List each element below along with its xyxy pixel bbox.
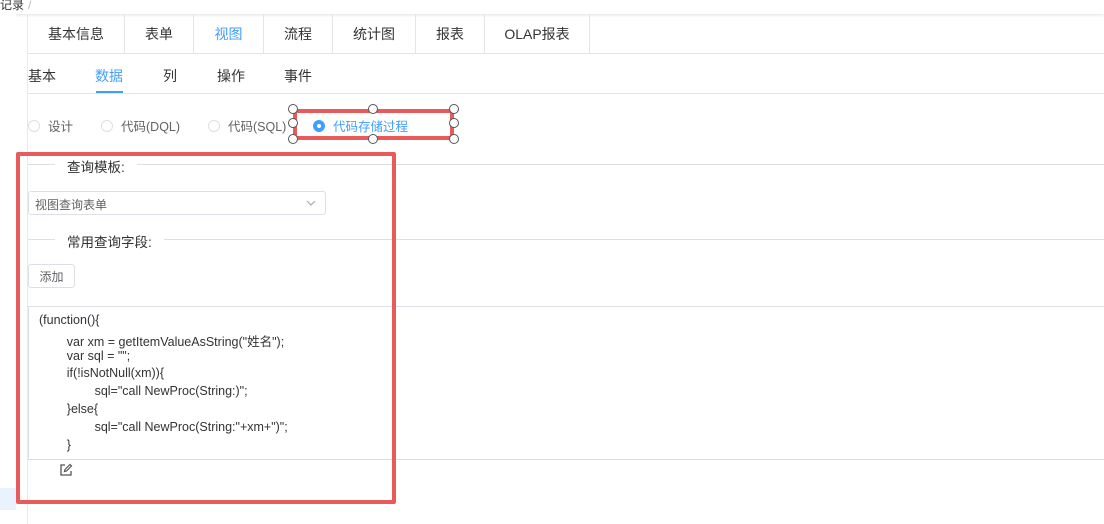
resize-handle-top-right[interactable] [449,104,459,114]
resize-handle-bottom[interactable] [368,134,378,144]
radio-design[interactable]: 设计 [28,116,73,135]
breadcrumb-item[interactable]: 记录 [0,0,24,12]
active-tab-indicator [96,91,123,93]
tab-form[interactable]: 表单 [125,14,194,54]
main-tabs: 基本信息 表单 视图 流程 统计图 报表 OLAP报表 [28,14,1104,54]
resize-handle-bottom-left[interactable] [288,134,298,144]
subtab-basic[interactable]: 基本 [28,66,56,86]
tab-basic-info[interactable]: 基本信息 [28,14,125,54]
radio-code-dql[interactable]: 代码(DQL) [101,116,180,135]
left-sidebar [0,14,16,524]
subtab-events[interactable]: 事件 [284,66,312,86]
tab-olap-report[interactable]: OLAP报表 [485,14,590,54]
subtab-columns[interactable]: 列 [163,66,177,86]
radio-label: 代码(SQL) [228,120,287,134]
tab-flow[interactable]: 流程 [264,14,333,54]
resize-handle-bottom-right[interactable] [449,134,459,144]
radio-code-sql[interactable]: 代码(SQL) [208,116,286,135]
subtab-data[interactable]: 数据 [95,66,123,86]
resize-handle-right[interactable] [449,118,459,128]
tab-chart[interactable]: 统计图 [333,14,416,54]
radio-label: 代码(DQL) [121,120,181,134]
sidebar-selected-item[interactable] [0,488,16,510]
annotation-highlight-box [16,152,396,504]
top-header: 记录 / [0,0,1104,14]
tab-view[interactable]: 视图 [194,14,264,54]
subtab-actions[interactable]: 操作 [217,66,245,86]
breadcrumb-separator: / [28,0,32,12]
resize-handle-left[interactable] [288,118,298,128]
resize-handle-top[interactable] [368,104,378,114]
resize-handle-top-left[interactable] [288,104,298,114]
radio-circle-icon [101,119,113,132]
radio-label: 设计 [48,120,74,134]
radio-circle-icon [28,119,40,132]
tab-report[interactable]: 报表 [416,14,485,54]
radio-circle-icon [208,119,220,132]
breadcrumb: 记录 / [0,0,31,13]
sub-tabs: 基本 数据 列 操作 事件 [28,54,1104,94]
